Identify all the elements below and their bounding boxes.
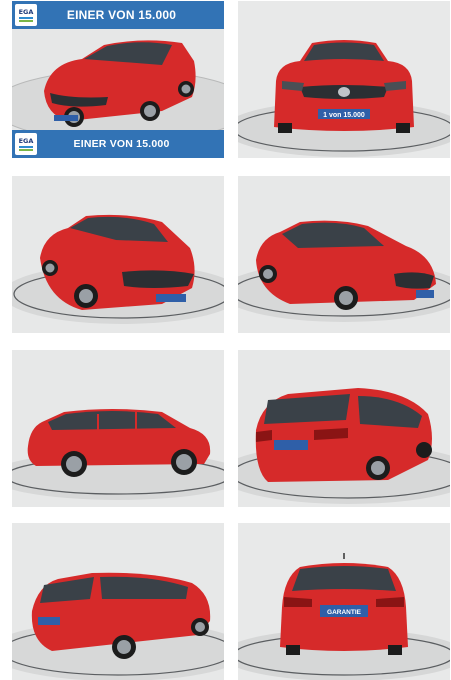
rear-plate-text: GARANTIE	[327, 609, 362, 616]
promo-banner-bottom-text: EINER VON 15.000	[73, 138, 170, 150]
car-photo-front-three-quarter-right	[238, 176, 450, 333]
front-plate-text: 1 von 15.000	[323, 112, 365, 119]
promo-banner-top: EGA EINER VON 15.000	[12, 1, 224, 29]
ega-logo-text: EGA	[18, 7, 34, 16]
car-photo-side	[12, 350, 224, 507]
photo-gallery: EGA EINER VON 15.000 EGA EINER VON 15.00…	[0, 0, 451, 680]
ega-logo-text: EGA	[18, 136, 34, 145]
car-photo-front-three-quarter-close	[12, 176, 224, 333]
car-photo-rear-three-quarter	[238, 350, 450, 507]
ega-logo: EGA	[15, 133, 37, 155]
photo-thumbnail-6[interactable]	[238, 350, 450, 507]
photo-thumbnail-7[interactable]	[12, 523, 224, 680]
photo-thumbnail-1[interactable]: EGA EINER VON 15.000 EGA EINER VON 15.00…	[12, 1, 224, 158]
car-photo-rear: GARANTIE	[238, 523, 450, 680]
car-photo-front: 1 von 15.000	[238, 1, 450, 158]
photo-thumbnail-5[interactable]	[12, 350, 224, 507]
photo-thumbnail-3[interactable]	[12, 176, 224, 333]
photo-thumbnail-4[interactable]	[238, 176, 450, 333]
car-photo-rear-three-quarter-wide	[12, 523, 224, 680]
ega-logo: EGA	[15, 4, 37, 26]
promo-banner-bottom: EGA EINER VON 15.000	[12, 130, 224, 158]
photo-thumbnail-2[interactable]: 1 von 15.000	[238, 1, 450, 158]
photo-thumbnail-8[interactable]: GARANTIE	[238, 523, 450, 680]
promo-banner-top-text: EINER VON 15.000	[66, 8, 177, 22]
